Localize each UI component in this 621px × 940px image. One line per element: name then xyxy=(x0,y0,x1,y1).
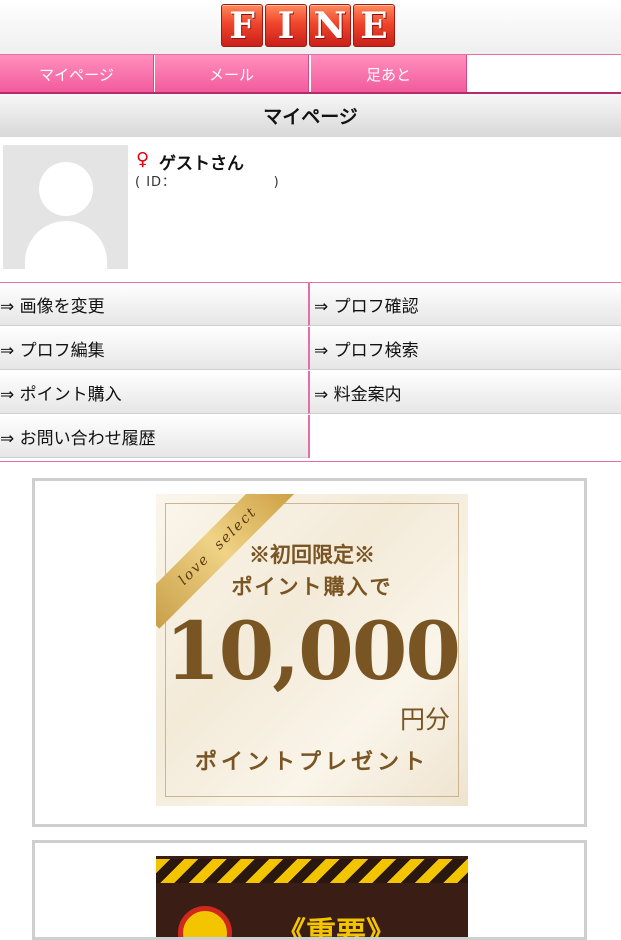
logo-letter: I xyxy=(265,4,307,47)
menu-empty-cell xyxy=(308,415,621,458)
notice-title: 《重要》 xyxy=(276,916,396,940)
promo-purchase-text: ポイント購入で xyxy=(231,574,393,599)
menu-profile-edit[interactable]: ⇒ プロフ編集 xyxy=(0,327,308,370)
tab-mypage[interactable]: マイページ xyxy=(0,55,154,93)
avatar-body-shape xyxy=(25,221,107,269)
promo-unit: 円分 xyxy=(399,705,450,734)
tab-mail[interactable]: メール xyxy=(155,55,309,93)
notice-banner-frame: 《重要》 xyxy=(32,840,587,940)
female-icon: ♀ xyxy=(136,149,150,170)
page-title: マイページ xyxy=(0,94,621,137)
logo-letter: E xyxy=(353,4,395,47)
promo-banner[interactable]: love select ※初回限定※ ポイント購入で 10,000 円分 ポイン… xyxy=(156,494,468,806)
avatar[interactable] xyxy=(3,145,128,269)
promo-first-time: ※初回限定※ xyxy=(249,542,375,567)
prohibited-icon xyxy=(178,906,232,937)
menu-inquiry-history[interactable]: ⇒ お問い合わせ履歴 xyxy=(0,415,308,458)
user-id: ( ID： ) xyxy=(135,175,280,190)
menu-profile-search[interactable]: ⇒ プロフ検索 xyxy=(308,327,621,370)
menu-change-image[interactable]: ⇒ 画像を変更 xyxy=(0,283,308,326)
promo-point-present: ポイントプレゼント xyxy=(194,749,429,775)
menu-profile-check[interactable]: ⇒ プロフ確認 xyxy=(308,283,621,326)
notice-banner[interactable]: 《重要》 xyxy=(156,856,468,940)
logo-letter: F xyxy=(221,4,263,47)
avatar-head-shape xyxy=(39,162,93,216)
menu-pricing[interactable]: ⇒ 料金案内 xyxy=(308,371,621,414)
profile-menu: ⇒ 画像を変更 ⇒ プロフ確認 ⇒ プロフ編集 ⇒ プロフ検索 ⇒ ポイント購入… xyxy=(0,282,621,462)
tab-footprints[interactable]: 足あと xyxy=(311,55,467,93)
header: F I N E xyxy=(0,0,621,54)
main-nav: マイページ メール 足あと xyxy=(0,54,621,94)
fine-logo[interactable]: F I N E xyxy=(221,4,395,47)
menu-buy-points[interactable]: ⇒ ポイント購入 xyxy=(0,371,308,414)
hazard-stripes xyxy=(156,859,468,883)
promo-banner-frame: love select ※初回限定※ ポイント購入で 10,000 円分 ポイン… xyxy=(32,478,587,827)
promo-amount: 10,000 xyxy=(164,604,461,698)
logo-letter: N xyxy=(309,4,351,47)
